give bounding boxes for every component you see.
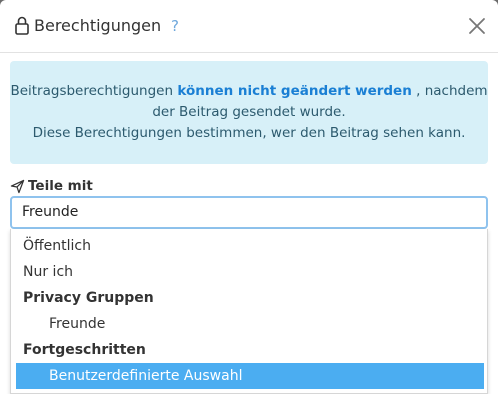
dialog-title: Berechtigungen: [34, 16, 162, 35]
close-icon[interactable]: [466, 15, 488, 37]
option-only-me[interactable]: Nur ich: [16, 259, 484, 285]
info-alert: Beitragsberechtigungen können nicht geän…: [10, 61, 488, 164]
share-dropdown-list: Öffentlich Nur ich Privacy Gruppen Freun…: [10, 229, 488, 394]
info-line-2: der Beitrag gesendet wurde.: [152, 104, 346, 120]
info-line-3: Diese Berechtigungen bestimmen, wer den …: [32, 125, 466, 141]
info-text-strong: können nicht geändert werden: [177, 83, 412, 99]
option-custom-selection[interactable]: Benutzerdefinierte Auswahl: [16, 363, 484, 389]
lock-icon: [15, 16, 29, 35]
group-advanced: Fortgeschritten: [23, 342, 146, 358]
share-with-select[interactable]: Freunde: [10, 196, 488, 229]
group-privacy-groups: Privacy Gruppen: [23, 290, 154, 306]
permissions-dialog: Berechtigungen ? Beitragsberechtigungen …: [0, 0, 498, 394]
option-friends[interactable]: Freunde: [16, 311, 484, 337]
share-with-text: Teile mit: [28, 178, 93, 194]
dialog-header: Berechtigungen ?: [0, 0, 498, 53]
info-text-prefix: Beitragsberechtigungen: [10, 83, 174, 99]
help-link[interactable]: ?: [171, 15, 179, 37]
info-text-suffix: , nachdem: [416, 83, 488, 99]
option-public[interactable]: Öffentlich: [16, 233, 484, 259]
paper-plane-icon: [10, 179, 25, 193]
info-line-1: Beitragsberechtigungen können nicht geän…: [10, 81, 488, 102]
share-with-label: Teile mit: [10, 176, 93, 196]
